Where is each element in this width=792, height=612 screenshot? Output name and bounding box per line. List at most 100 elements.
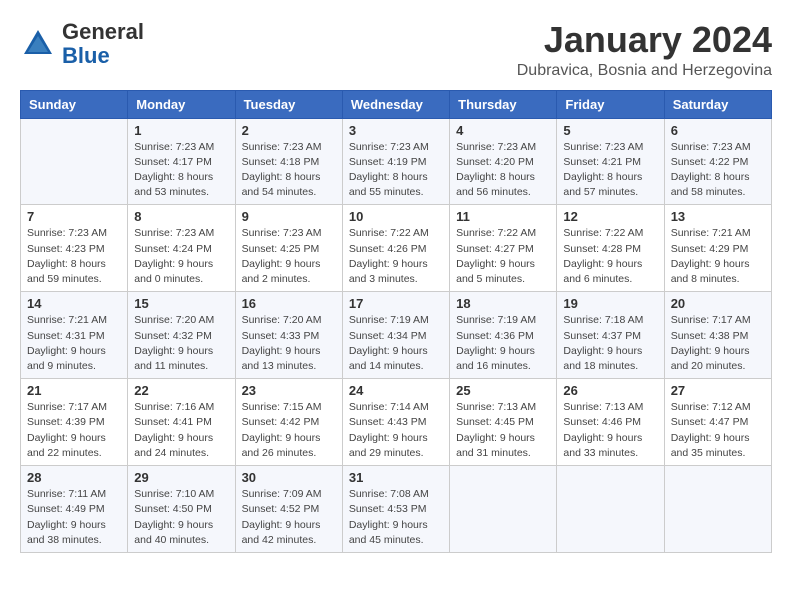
weekday-header: Tuesday — [235, 90, 342, 118]
day-number: 18 — [456, 296, 550, 311]
day-number: 20 — [671, 296, 765, 311]
day-info: Sunrise: 7:12 AM Sunset: 4:47 PM Dayligh… — [671, 400, 765, 461]
day-info: Sunrise: 7:16 AM Sunset: 4:41 PM Dayligh… — [134, 400, 228, 461]
calendar-cell: 25Sunrise: 7:13 AM Sunset: 4:45 PM Dayli… — [450, 379, 557, 466]
calendar-cell: 14Sunrise: 7:21 AM Sunset: 4:31 PM Dayli… — [21, 292, 128, 379]
day-number: 17 — [349, 296, 443, 311]
day-number: 1 — [134, 123, 228, 138]
weekday-header: Sunday — [21, 90, 128, 118]
location-subtitle: Dubravica, Bosnia and Herzegovina — [517, 62, 772, 80]
day-number: 23 — [242, 383, 336, 398]
calendar-cell: 16Sunrise: 7:20 AM Sunset: 4:33 PM Dayli… — [235, 292, 342, 379]
calendar-cell: 10 Sunrise: 7:22 AM Sunset: 4:26 PM Dayli… — [342, 205, 449, 292]
day-info: Sunrise: 7:10 AM Sunset: 4:50 PM Dayligh… — [134, 487, 228, 548]
day-number: 13 — [671, 209, 765, 224]
calendar-cell: 24Sunrise: 7:14 AM Sunset: 4:43 PM Dayli… — [342, 379, 449, 466]
calendar-cell: 13 Sunrise: 7:21 AM Sunset: 4:29 PM Dayli… — [664, 205, 771, 292]
day-number: 10 — [349, 209, 443, 224]
day-number: 26 — [563, 383, 657, 398]
calendar-cell: 22 Sunrise: 7:16 AM Sunset: 4:41 PM Dayli… — [128, 379, 235, 466]
day-number: 4 — [456, 123, 550, 138]
day-number: 5 — [563, 123, 657, 138]
calendar-table: SundayMondayTuesdayWednesdayThursdayFrid… — [20, 90, 772, 553]
day-number: 27 — [671, 383, 765, 398]
day-info: Sunrise: 7:21 AM Sunset: 4:29 PM Dayligh… — [671, 226, 765, 287]
calendar-cell: 26 Sunrise: 7:13 AM Sunset: 4:46 PM Dayli… — [557, 379, 664, 466]
calendar-cell — [557, 466, 664, 553]
calendar-cell: 23 Sunrise: 7:15 AM Sunset: 4:42 PM Dayli… — [235, 379, 342, 466]
day-info: Sunrise: 7:11 AM Sunset: 4:49 PM Dayligh… — [27, 487, 121, 548]
day-number: 24 — [349, 383, 443, 398]
calendar-cell: 7Sunrise: 7:23 AM Sunset: 4:23 PM Daylig… — [21, 205, 128, 292]
day-info: Sunrise: 7:09 AM Sunset: 4:52 PM Dayligh… — [242, 487, 336, 548]
calendar-cell: 27 Sunrise: 7:12 AM Sunset: 4:47 PM Dayli… — [664, 379, 771, 466]
day-number: 8 — [134, 209, 228, 224]
calendar-cell: 29Sunrise: 7:10 AM Sunset: 4:50 PM Dayli… — [128, 466, 235, 553]
calendar-cell: 30 Sunrise: 7:09 AM Sunset: 4:52 PM Dayli… — [235, 466, 342, 553]
day-number: 6 — [671, 123, 765, 138]
calendar-cell — [21, 118, 128, 205]
page-header: General Blue January 2024 Dubravica, Bos… — [20, 20, 772, 80]
calendar-cell: 5 Sunrise: 7:23 AM Sunset: 4:21 PM Daylig… — [557, 118, 664, 205]
day-info: Sunrise: 7:22 AM Sunset: 4:27 PM Dayligh… — [456, 226, 550, 287]
logo-blue-text: Blue — [62, 43, 110, 68]
day-info: Sunrise: 7:15 AM Sunset: 4:42 PM Dayligh… — [242, 400, 336, 461]
day-number: 25 — [456, 383, 550, 398]
calendar-week-row: 14Sunrise: 7:21 AM Sunset: 4:31 PM Dayli… — [21, 292, 772, 379]
day-number: 31 — [349, 470, 443, 485]
day-info: Sunrise: 7:20 AM Sunset: 4:33 PM Dayligh… — [242, 313, 336, 374]
day-number: 2 — [242, 123, 336, 138]
calendar-cell: 19 Sunrise: 7:18 AM Sunset: 4:37 PM Dayli… — [557, 292, 664, 379]
day-number: 21 — [27, 383, 121, 398]
day-number: 11 — [456, 209, 550, 224]
day-number: 19 — [563, 296, 657, 311]
calendar-cell: 20Sunrise: 7:17 AM Sunset: 4:38 PM Dayli… — [664, 292, 771, 379]
day-number: 3 — [349, 123, 443, 138]
day-info: Sunrise: 7:08 AM Sunset: 4:53 PM Dayligh… — [349, 487, 443, 548]
logo: General Blue — [20, 20, 144, 68]
calendar-cell — [664, 466, 771, 553]
title-block: January 2024 Dubravica, Bosnia and Herze… — [517, 20, 772, 80]
calendar-cell: 4 Sunrise: 7:23 AM Sunset: 4:20 PM Daylig… — [450, 118, 557, 205]
calendar-cell: 12Sunrise: 7:22 AM Sunset: 4:28 PM Dayli… — [557, 205, 664, 292]
weekday-header: Wednesday — [342, 90, 449, 118]
day-info: Sunrise: 7:22 AM Sunset: 4:28 PM Dayligh… — [563, 226, 657, 287]
day-info: Sunrise: 7:13 AM Sunset: 4:46 PM Dayligh… — [563, 400, 657, 461]
calendar-cell: 3Sunrise: 7:23 AM Sunset: 4:19 PM Daylig… — [342, 118, 449, 205]
calendar-cell: 28 Sunrise: 7:11 AM Sunset: 4:49 PM Dayli… — [21, 466, 128, 553]
day-info: Sunrise: 7:23 AM Sunset: 4:24 PM Dayligh… — [134, 226, 228, 287]
day-number: 9 — [242, 209, 336, 224]
calendar-cell: 11 Sunrise: 7:22 AM Sunset: 4:27 PM Dayli… — [450, 205, 557, 292]
day-info: Sunrise: 7:23 AM Sunset: 4:25 PM Dayligh… — [242, 226, 336, 287]
day-number: 28 — [27, 470, 121, 485]
calendar-cell: 6 Sunrise: 7:23 AM Sunset: 4:22 PM Daylig… — [664, 118, 771, 205]
calendar-cell: 31 Sunrise: 7:08 AM Sunset: 4:53 PM Dayli… — [342, 466, 449, 553]
calendar-cell: 8 Sunrise: 7:23 AM Sunset: 4:24 PM Daylig… — [128, 205, 235, 292]
day-info: Sunrise: 7:23 AM Sunset: 4:22 PM Dayligh… — [671, 140, 765, 201]
day-info: Sunrise: 7:17 AM Sunset: 4:39 PM Dayligh… — [27, 400, 121, 461]
calendar-cell: 21 Sunrise: 7:17 AM Sunset: 4:39 PM Dayli… — [21, 379, 128, 466]
day-info: Sunrise: 7:23 AM Sunset: 4:17 PM Dayligh… — [134, 140, 228, 201]
calendar-cell: 17 Sunrise: 7:19 AM Sunset: 4:34 PM Dayli… — [342, 292, 449, 379]
calendar-week-row: 7Sunrise: 7:23 AM Sunset: 4:23 PM Daylig… — [21, 205, 772, 292]
logo-icon — [20, 26, 56, 62]
day-number: 14 — [27, 296, 121, 311]
month-title: January 2024 — [517, 20, 772, 60]
calendar-cell: 18Sunrise: 7:19 AM Sunset: 4:36 PM Dayli… — [450, 292, 557, 379]
calendar-header-row: SundayMondayTuesdayWednesdayThursdayFrid… — [21, 90, 772, 118]
day-info: Sunrise: 7:18 AM Sunset: 4:37 PM Dayligh… — [563, 313, 657, 374]
day-number: 15 — [134, 296, 228, 311]
logo-general-text: General — [62, 19, 144, 44]
day-number: 22 — [134, 383, 228, 398]
weekday-header: Saturday — [664, 90, 771, 118]
day-info: Sunrise: 7:23 AM Sunset: 4:21 PM Dayligh… — [563, 140, 657, 201]
day-number: 30 — [242, 470, 336, 485]
day-info: Sunrise: 7:23 AM Sunset: 4:20 PM Dayligh… — [456, 140, 550, 201]
calendar-cell — [450, 466, 557, 553]
day-info: Sunrise: 7:19 AM Sunset: 4:34 PM Dayligh… — [349, 313, 443, 374]
weekday-header: Thursday — [450, 90, 557, 118]
weekday-header: Friday — [557, 90, 664, 118]
day-info: Sunrise: 7:22 AM Sunset: 4:26 PM Dayligh… — [349, 226, 443, 287]
day-number: 7 — [27, 209, 121, 224]
day-info: Sunrise: 7:23 AM Sunset: 4:18 PM Dayligh… — [242, 140, 336, 201]
